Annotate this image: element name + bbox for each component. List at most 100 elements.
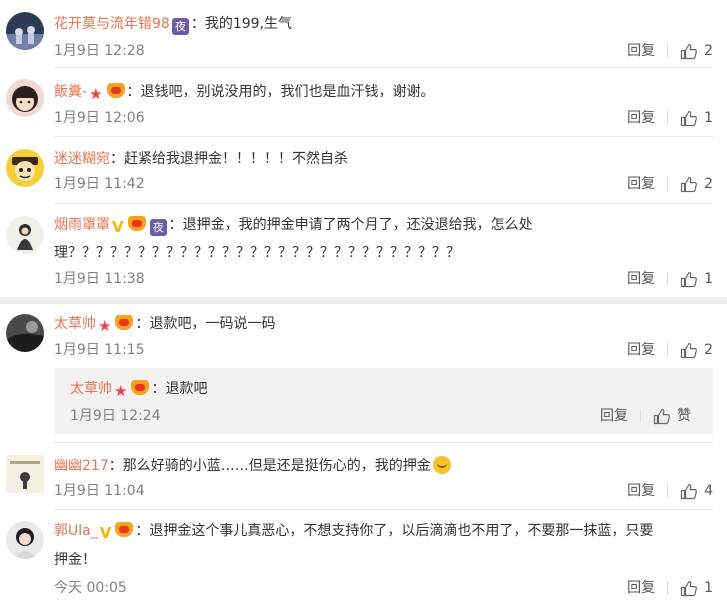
comment-item: 太草帅 ★ ：退款吧，一码说一码 1月9日 11:15 回复 2 太草帅 ★ ：退款吧 … bbox=[0, 304, 727, 443]
nested-reply: 太草帅 ★ ：退款吧 1月9日 12:24 回复 赞 bbox=[54, 368, 713, 434]
avatar[interactable] bbox=[6, 521, 44, 559]
comment-time: 1月9日 11:38 bbox=[54, 271, 145, 287]
comment-actions: 回复 2 bbox=[627, 340, 713, 360]
comment-line-continued: 理？？？？？？？？？？？？？？？？？？？？？？？？？？？？ bbox=[54, 242, 460, 264]
thumbs-up-icon bbox=[680, 110, 698, 126]
username-link[interactable]: 幽幽217 bbox=[54, 458, 109, 474]
comment-text: ：那么好骑的小蓝……但是还是挺伤心的，我的押金 bbox=[108, 458, 431, 474]
like-count: 4 bbox=[704, 483, 713, 499]
username-link[interactable]: 迷迷糊宛 bbox=[54, 151, 110, 167]
comment-panel-1: 花开莫与流年错98 夜：我的199,生气 1月9日 12:28 回复 2 飯糞- ★… bbox=[0, 0, 727, 297]
thumbs-up-icon bbox=[680, 580, 698, 596]
reply-button[interactable]: 回复 bbox=[627, 578, 655, 598]
action-divider bbox=[667, 111, 669, 125]
comment-time: 1月9日 12:06 bbox=[54, 110, 145, 126]
crown-icon bbox=[115, 522, 134, 537]
crown-icon bbox=[106, 83, 125, 98]
action-divider bbox=[667, 44, 669, 58]
reply-button[interactable]: 回复 bbox=[627, 174, 655, 194]
thumbs-up-icon bbox=[680, 43, 698, 59]
action-divider bbox=[667, 177, 669, 191]
action-divider bbox=[667, 484, 669, 498]
star-icon: ★ bbox=[98, 317, 112, 335]
comment-text: ：我的199,生气 bbox=[190, 16, 292, 32]
username-link[interactable]: 飯糞- bbox=[54, 84, 87, 100]
like-button[interactable]: 2 bbox=[680, 174, 713, 194]
star-icon: ★ bbox=[89, 85, 103, 103]
like-count: 2 bbox=[704, 43, 713, 59]
thumbs-up-icon bbox=[680, 176, 698, 192]
comment-panel-2: 太草帅 ★ ：退款吧，一码说一码 1月9日 11:15 回复 2 太草帅 ★ ：退款吧 … bbox=[0, 304, 727, 610]
comment-item: 郭Ula_ V ：退押金这个事儿真恶心，不想支持你了，以后滴滴也不用了，不要那一抹蓝… bbox=[0, 509, 727, 610]
comment-text: 理？？？？？？？？？？？？？？？？？？？？？？？？？？？？ bbox=[54, 245, 460, 261]
comment-line-continued: 押金！ bbox=[54, 549, 96, 571]
comment-line: 幽幽217：那么好骑的小蓝……但是还是挺伤心的，我的押金 bbox=[54, 455, 451, 477]
crown-icon bbox=[131, 380, 150, 395]
night-badge-icon: 夜 bbox=[149, 219, 167, 236]
username-link[interactable]: 烟雨罩罩 bbox=[54, 217, 110, 233]
action-divider bbox=[640, 409, 641, 423]
reply-button[interactable]: 回复 bbox=[627, 108, 655, 128]
reply-button[interactable]: 回复 bbox=[627, 340, 655, 360]
action-divider bbox=[667, 272, 669, 286]
comment-actions: 回复 1 bbox=[627, 269, 713, 289]
avatar[interactable] bbox=[6, 216, 44, 254]
comment-item: 迷迷糊宛：赶紧给我退押金！！！！！不然自杀 1月9日 11:42 回复 2 bbox=[0, 137, 727, 204]
comment-text: ：退钱吧，别说没用的，我们也是血汗钱，谢谢。 bbox=[126, 84, 435, 100]
comment-time: 1月9日 12:28 bbox=[54, 43, 145, 59]
like-button[interactable]: 1 bbox=[680, 108, 713, 128]
thumbs-up-icon bbox=[680, 483, 698, 499]
comment-item: 幽幽217：那么好骑的小蓝……但是还是挺伤心的，我的押金 1月9日 11:04 … bbox=[0, 443, 727, 510]
like-button[interactable]: 1 bbox=[680, 578, 713, 598]
username-link[interactable]: 太草帅 bbox=[70, 381, 112, 397]
sad-smile-emoji-icon bbox=[432, 456, 451, 474]
like-button[interactable]: 4 bbox=[680, 481, 713, 501]
comment-line: 飯糞- ★ ：退钱吧，别说没用的，我们也是血汗钱，谢谢。 bbox=[54, 81, 435, 103]
comment-actions: 回复 赞 bbox=[600, 406, 691, 426]
comment-actions: 回复 2 bbox=[627, 174, 713, 194]
reply-button[interactable]: 回复 bbox=[627, 269, 655, 289]
comment-line: 太草帅 ★ ：退款吧，一码说一码 bbox=[54, 313, 275, 335]
action-divider bbox=[667, 343, 669, 357]
like-button[interactable]: 2 bbox=[680, 340, 713, 360]
like-count: 2 bbox=[704, 176, 713, 192]
comment-text: ：退款吧 bbox=[151, 381, 208, 397]
like-button[interactable]: 赞 bbox=[653, 406, 691, 426]
night-badge-icon: 夜 bbox=[171, 18, 189, 35]
avatar[interactable] bbox=[6, 12, 44, 50]
like-button[interactable]: 1 bbox=[680, 269, 713, 289]
username-link[interactable]: 郭Ula_ bbox=[54, 523, 98, 539]
comment-actions: 回复 1 bbox=[627, 108, 713, 128]
comment-text: ：退款吧，一码说一码 bbox=[135, 316, 276, 332]
comment-time: 今天 00:05 bbox=[54, 580, 127, 596]
like-text: 赞 bbox=[677, 408, 691, 424]
thumbs-up-icon bbox=[680, 271, 698, 287]
comment-actions: 回复 4 bbox=[627, 481, 713, 501]
comment-text: ：退押金，我的押金申请了两个月了，还没退给我，怎么处 bbox=[168, 217, 533, 233]
comment-item: 飯糞- ★ ：退钱吧，别说没用的，我们也是血汗钱，谢谢。 1月9日 12:06 回复… bbox=[0, 68, 727, 137]
reply-button[interactable]: 回复 bbox=[627, 41, 655, 61]
avatar[interactable] bbox=[6, 79, 44, 117]
reply-button[interactable]: 回复 bbox=[600, 406, 628, 426]
reply-button[interactable]: 回复 bbox=[627, 481, 655, 501]
username-link[interactable]: 太草帅 bbox=[54, 316, 96, 332]
comment-actions: 回复 1 bbox=[627, 578, 713, 598]
comment-line: 花开莫与流年错98 夜：我的199,生气 bbox=[54, 13, 292, 35]
like-count: 1 bbox=[704, 580, 713, 596]
username-link[interactable]: 花开莫与流年错98 bbox=[54, 16, 170, 32]
star-icon: ★ bbox=[114, 382, 128, 400]
like-count: 1 bbox=[704, 110, 713, 126]
comment-text: 押金！ bbox=[54, 552, 96, 568]
avatar[interactable] bbox=[6, 149, 44, 187]
avatar[interactable] bbox=[6, 455, 44, 493]
like-button[interactable]: 2 bbox=[680, 41, 713, 61]
vip-v-icon: V bbox=[99, 524, 112, 542]
comment-time: 1月9日 12:24 bbox=[70, 408, 161, 424]
thumbs-up-icon bbox=[653, 408, 670, 424]
avatar[interactable] bbox=[6, 314, 44, 352]
thumbs-up-icon bbox=[680, 342, 698, 358]
comment-line: 迷迷糊宛：赶紧给我退押金！！！！！不然自杀 bbox=[54, 148, 348, 170]
crown-icon bbox=[127, 216, 146, 231]
panel-separator bbox=[0, 297, 727, 304]
comment-item: 花开莫与流年错98 夜：我的199,生气 1月9日 12:28 回复 2 bbox=[0, 0, 727, 68]
